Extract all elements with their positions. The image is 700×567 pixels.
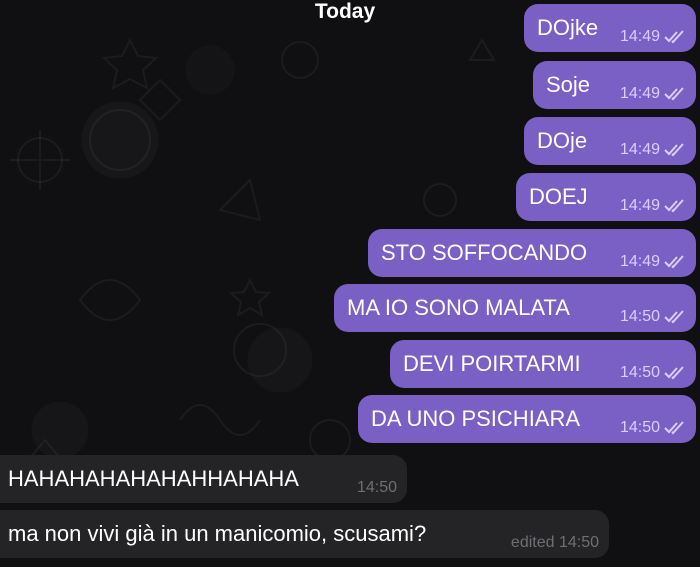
message-meta: 14:50 <box>620 364 686 382</box>
message-text: DOEJ <box>529 184 588 209</box>
message-meta: 14:49 <box>620 85 686 103</box>
message-text: DA UNO PSICHIARA <box>371 406 581 431</box>
message-meta: 14:50 <box>357 479 397 497</box>
chat-view[interactable]: Today DOjke 14:49 Soje 14:49 DOje 14:49 … <box>0 0 700 567</box>
message-text: DEVI POIRTARMI <box>403 351 581 376</box>
message-meta: 14:49 <box>620 141 686 159</box>
outgoing-message[interactable]: Soje 14:49 <box>533 61 696 109</box>
message-time: 14:50 <box>619 419 660 436</box>
message-time: edited 14:50 <box>510 534 599 551</box>
message-meta: 14:49 <box>620 28 686 46</box>
outgoing-message[interactable]: DOje 14:49 <box>524 117 696 165</box>
message-meta: 14:49 <box>620 253 686 271</box>
double-check-icon <box>664 310 684 324</box>
message-time: 14:49 <box>619 28 660 45</box>
double-check-icon <box>664 87 684 101</box>
message-text: MA IO SONO MALATA <box>347 295 570 320</box>
message-time: 14:49 <box>619 141 660 158</box>
outgoing-message[interactable]: MA IO SONO MALATA 14:50 <box>334 284 696 332</box>
double-check-icon <box>664 143 684 157</box>
outgoing-message[interactable]: DOEJ 14:49 <box>516 173 696 221</box>
message-text: ma non vivi già in un manicomio, scusami… <box>8 521 427 546</box>
message-text: DOjke <box>537 15 599 40</box>
message-time: 14:49 <box>619 85 660 102</box>
message-time: 14:50 <box>619 308 660 325</box>
message-meta: edited 14:50 <box>511 534 599 552</box>
message-text: Soje <box>546 72 591 97</box>
outgoing-message[interactable]: DEVI POIRTARMI 14:50 <box>390 340 696 388</box>
message-time: 14:50 <box>356 479 397 496</box>
double-check-icon <box>664 366 684 380</box>
message-time: 14:49 <box>619 253 660 270</box>
double-check-icon <box>664 30 684 44</box>
message-meta: 14:49 <box>620 197 686 215</box>
message-meta: 14:50 <box>620 308 686 326</box>
message-time: 14:50 <box>619 364 660 381</box>
message-text: STO SOFFOCANDO <box>381 240 588 265</box>
double-check-icon <box>664 199 684 213</box>
message-time: 14:49 <box>619 197 660 214</box>
double-check-icon <box>664 255 684 269</box>
message-meta: 14:50 <box>620 419 686 437</box>
message-text: HAHAHAHAHAHAHHAHAHA <box>8 466 299 491</box>
outgoing-message[interactable]: DOjke 14:49 <box>524 4 696 52</box>
outgoing-message[interactable]: DA UNO PSICHIARA 14:50 <box>358 395 696 443</box>
message-text: DOje <box>537 128 588 153</box>
date-separator: Today <box>314 0 376 23</box>
outgoing-message[interactable]: STO SOFFOCANDO 14:49 <box>368 229 696 277</box>
double-check-icon <box>664 421 684 435</box>
incoming-message[interactable]: HAHAHAHAHAHAHHAHAHA 14:50 <box>0 455 407 503</box>
incoming-message[interactable]: ma non vivi già in un manicomio, scusami… <box>0 510 609 558</box>
